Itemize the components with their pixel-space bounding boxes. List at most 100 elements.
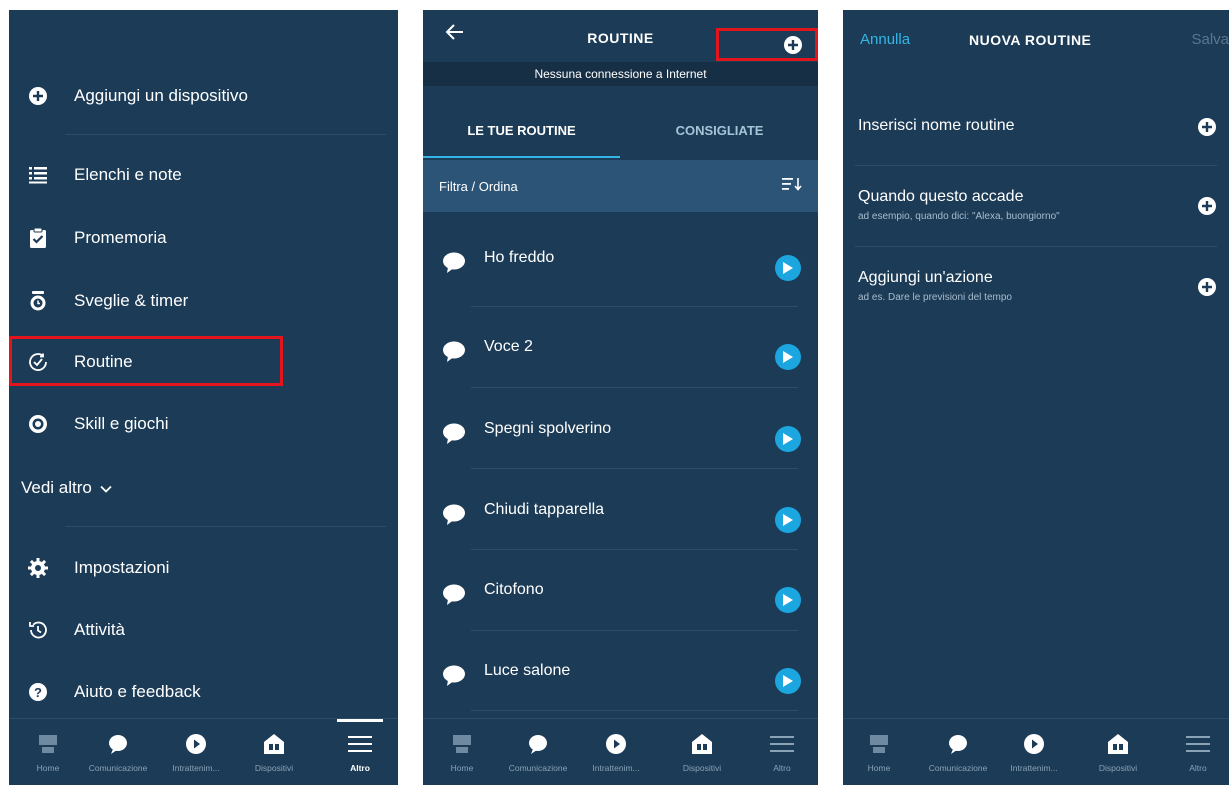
- divider: [471, 549, 798, 550]
- home-icon: [35, 731, 61, 757]
- routine-name: Spegni spolverino: [484, 420, 612, 437]
- routine-name: Chiudi tapparella: [484, 501, 605, 518]
- routine-highlight-box: [9, 336, 283, 386]
- sort-icon[interactable]: [782, 176, 802, 197]
- bottom-nav: Home Comunicazione Intrattenim... Dispos…: [423, 718, 818, 785]
- history-icon: [27, 619, 49, 641]
- speech-bubble-icon: [442, 341, 466, 368]
- play-circle-icon: [1021, 731, 1047, 757]
- filter-sort-bar[interactable]: Filtra / Ordina: [423, 160, 818, 212]
- nav-home[interactable]: Home: [9, 719, 87, 785]
- speech-bubble-icon: [442, 252, 466, 279]
- play-icon[interactable]: [775, 668, 801, 694]
- menu-item-add-device[interactable]: Aggiungi un dispositivo: [9, 76, 398, 116]
- tab-recommended[interactable]: CONSIGLIATE: [621, 108, 818, 160]
- svg-text:?: ?: [34, 685, 42, 700]
- nav-label: Comunicazione: [508, 763, 568, 773]
- field-title: Inserisci nome routine: [858, 117, 1015, 134]
- plus-circle-icon: [783, 35, 803, 60]
- menu-item-alarms[interactable]: Sveglie & timer: [9, 281, 398, 321]
- menu-item-label: Impostazioni: [74, 558, 170, 577]
- chat-bubble-icon: [525, 731, 551, 757]
- tab-my-routines[interactable]: LE TUE ROUTINE: [423, 108, 620, 160]
- divider: [471, 710, 798, 711]
- menu-item-reminders[interactable]: Promemoria: [9, 218, 398, 258]
- home-icon: [866, 731, 892, 757]
- menu-item-label: Skill e giochi: [74, 414, 169, 433]
- speech-bubble-icon: [442, 423, 466, 450]
- nav-entertainment[interactable]: Intrattenim...: [995, 719, 1073, 785]
- divider: [855, 246, 1217, 247]
- play-icon[interactable]: [775, 587, 801, 613]
- play-circle-icon: [603, 731, 629, 757]
- plus-circle-icon[interactable]: [1197, 196, 1217, 221]
- nav-communication[interactable]: Comunicazione: [499, 719, 577, 785]
- play-icon[interactable]: [775, 426, 801, 452]
- nav-entertainment[interactable]: Intrattenim...: [577, 719, 655, 785]
- nav-more[interactable]: Altro: [743, 719, 818, 785]
- routine-row[interactable]: Citofono: [423, 556, 818, 636]
- play-icon[interactable]: [775, 507, 801, 533]
- routine-row[interactable]: Voce 2: [423, 313, 818, 393]
- alarm-clock-icon: [27, 290, 49, 312]
- nav-more[interactable]: Altro: [1159, 719, 1229, 785]
- routine-row[interactable]: Luce salone: [423, 637, 818, 717]
- play-icon[interactable]: [775, 344, 801, 370]
- nav-devices[interactable]: Dispositivi: [235, 719, 313, 785]
- chevron-down-icon: [100, 478, 112, 498]
- nav-label: Home: [450, 763, 474, 773]
- menu-item-activity[interactable]: Attività: [9, 610, 398, 650]
- cancel-button[interactable]: Annulla: [860, 31, 910, 48]
- nav-devices[interactable]: Dispositivi: [663, 719, 741, 785]
- offline-banner: Nessuna connessione a Internet: [423, 62, 818, 86]
- menu-item-label: Aiuto e feedback: [74, 682, 201, 701]
- page-title: NUOVA ROUTINE: [969, 32, 1092, 48]
- menu-item-lists[interactable]: Elenchi e note: [9, 155, 398, 195]
- plus-circle-icon[interactable]: [1197, 277, 1217, 302]
- nav-label: Dispositivi: [1098, 763, 1138, 773]
- field-title: Quando questo accade: [858, 188, 1024, 205]
- routine-name: Citofono: [484, 581, 544, 598]
- add-routine-button[interactable]: [716, 28, 818, 61]
- divider: [471, 387, 798, 388]
- routine-name-field[interactable]: Inserisci nome routine: [858, 117, 1217, 136]
- nav-home[interactable]: Home: [423, 719, 501, 785]
- routine-row[interactable]: Chiudi tapparella: [423, 476, 818, 556]
- menu-item-skills[interactable]: Skill e giochi: [9, 404, 398, 444]
- field-subtitle: ad es. Dare le previsioni del tempo: [858, 292, 1012, 303]
- speech-bubble-icon: [442, 584, 466, 611]
- nav-communication[interactable]: Comunicazione: [919, 719, 997, 785]
- save-button[interactable]: Salva: [1191, 31, 1229, 48]
- divider: [471, 468, 798, 469]
- nav-label: Home: [36, 763, 60, 773]
- nav-label: Comunicazione: [88, 763, 148, 773]
- play-icon[interactable]: [775, 255, 801, 281]
- routine-row[interactable]: Ho freddo: [423, 224, 818, 304]
- nav-entertainment[interactable]: Intrattenim...: [157, 719, 235, 785]
- nav-more[interactable]: Altro: [321, 719, 398, 785]
- filter-label: Filtra / Ordina: [439, 178, 518, 194]
- hamburger-icon: [1185, 731, 1211, 757]
- trigger-field[interactable]: Quando questo accade ad esempio, quando …: [858, 188, 1217, 222]
- divider: [471, 306, 798, 307]
- menu-item-help[interactable]: ? Aiuto e feedback: [9, 672, 398, 712]
- divider: [65, 134, 386, 135]
- plus-circle-icon: [27, 85, 49, 107]
- help-icon: ?: [27, 681, 49, 703]
- divider: [65, 526, 386, 527]
- bottom-nav: Home Comunicazione Intrattenim... Dispos…: [9, 718, 398, 785]
- menu-item-label: Sveglie & timer: [74, 291, 189, 310]
- action-field[interactable]: Aggiungi un'azione ad es. Dare le previs…: [858, 269, 1217, 303]
- see-more-link[interactable]: Vedi altro: [21, 478, 112, 498]
- menu-item-label: Elenchi e note: [74, 165, 182, 184]
- routine-row[interactable]: Spegni spolverino: [423, 395, 818, 475]
- nav-home[interactable]: Home: [843, 719, 918, 785]
- nav-communication[interactable]: Comunicazione: [79, 719, 157, 785]
- plus-circle-icon[interactable]: [1197, 117, 1217, 142]
- menu-item-settings[interactable]: Impostazioni: [9, 548, 398, 588]
- nav-label: Altro: [350, 763, 370, 773]
- nav-devices[interactable]: Dispositivi: [1079, 719, 1157, 785]
- home-icon: [449, 731, 475, 757]
- speech-bubble-icon: [442, 665, 466, 692]
- menu-item-label: Attività: [74, 620, 126, 639]
